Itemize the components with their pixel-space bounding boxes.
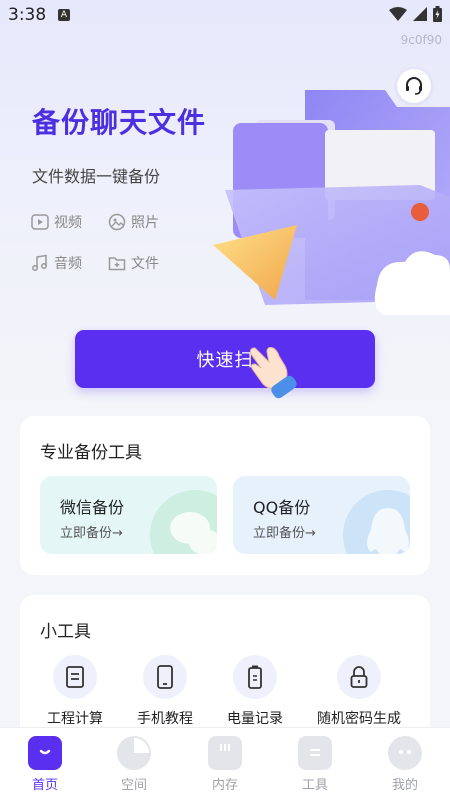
backup-tools-card: 专业备份工具 微信备份 立即备份→ QQ备份 立即备份→ <box>20 416 430 575</box>
status-bar: 3:38 A <box>0 0 450 30</box>
wechat-icon <box>150 490 217 554</box>
feature-video: 视频 <box>31 212 82 232</box>
wechat-backup-card[interactable]: 微信备份 立即备份→ <box>40 476 217 554</box>
tool-random-password[interactable]: 随机密码生成 <box>314 655 404 728</box>
toolbox-icon <box>298 736 332 770</box>
video-icon <box>31 214 49 230</box>
tool-name: QQ备份 <box>253 498 311 517</box>
tab-mine[interactable]: 我的 <box>370 736 440 793</box>
feature-file: 文件 <box>108 253 159 273</box>
feature-audio: 音频 <box>31 253 82 273</box>
tool-engineering-calc[interactable]: 工程计算 <box>30 655 120 728</box>
hero-title: 备份聊天文件 <box>32 106 207 139</box>
build-id: 9c0f90 <box>400 33 442 47</box>
tab-tools[interactable]: 工具 <box>280 736 350 793</box>
status-time: 3:38 <box>8 5 47 25</box>
tool-action-link[interactable]: 立即备份→ <box>253 522 316 541</box>
cellular-icon <box>413 7 427 21</box>
calculator-icon <box>53 655 97 699</box>
tab-space[interactable]: 空间 <box>99 736 169 793</box>
pie-chart-icon <box>117 736 151 770</box>
lock-icon <box>337 655 381 699</box>
tool-label: 工程计算 <box>47 711 103 727</box>
status-icons <box>389 6 442 22</box>
phone-icon <box>143 655 187 699</box>
tap-hand-icon <box>250 347 297 399</box>
tab-label: 空间 <box>120 778 147 793</box>
bottom-tab-bar: 首页 空间 内存 工具 我的 <box>0 727 450 800</box>
tool-name: 微信备份 <box>60 498 125 517</box>
tool-label: 电量记录 <box>227 711 283 727</box>
file-icon <box>108 257 126 271</box>
profile-icon <box>388 736 422 770</box>
music-icon <box>32 254 47 271</box>
battery-icon <box>433 6 442 22</box>
tab-label: 工具 <box>301 778 328 793</box>
wifi-icon <box>389 7 407 21</box>
tool-battery-record[interactable]: 电量记录 <box>210 655 300 728</box>
feature-label: 文件 <box>131 256 159 272</box>
tool-phone-tutorial[interactable]: 手机教程 <box>120 655 210 728</box>
tool-action-link[interactable]: 立即备份→ <box>60 522 123 541</box>
tool-label: 手机教程 <box>137 711 193 727</box>
section-title: 小工具 <box>40 622 91 642</box>
tab-home[interactable]: 首页 <box>10 736 80 793</box>
tab-label: 首页 <box>31 778 58 793</box>
tab-label: 我的 <box>391 778 418 793</box>
sd-card-icon <box>208 736 242 770</box>
feature-photo: 照片 <box>108 212 159 232</box>
qq-icon <box>343 490 410 554</box>
feature-label: 照片 <box>131 215 159 231</box>
hero-subtitle: 文件数据一键备份 <box>32 167 161 186</box>
battery-record-icon <box>233 655 277 699</box>
qq-backup-card[interactable]: QQ备份 立即备份→ <box>233 476 410 554</box>
tab-memory[interactable]: 内存 <box>190 736 260 793</box>
feature-label: 音频 <box>54 256 82 272</box>
feature-label: 视频 <box>54 215 82 231</box>
notification-icon: A <box>58 9 70 21</box>
tab-label: 内存 <box>211 778 238 793</box>
folder-illustration <box>213 90 450 315</box>
quick-scan-button[interactable]: 快速扫 <box>75 330 375 388</box>
mini-tools-card: 小工具 工程计算 手机教程 电量记录 随机密码生成 <box>20 595 430 745</box>
tool-label: 随机密码生成 <box>317 711 401 727</box>
home-icon <box>28 736 62 770</box>
photo-icon <box>108 213 126 231</box>
section-title: 专业备份工具 <box>40 443 142 463</box>
